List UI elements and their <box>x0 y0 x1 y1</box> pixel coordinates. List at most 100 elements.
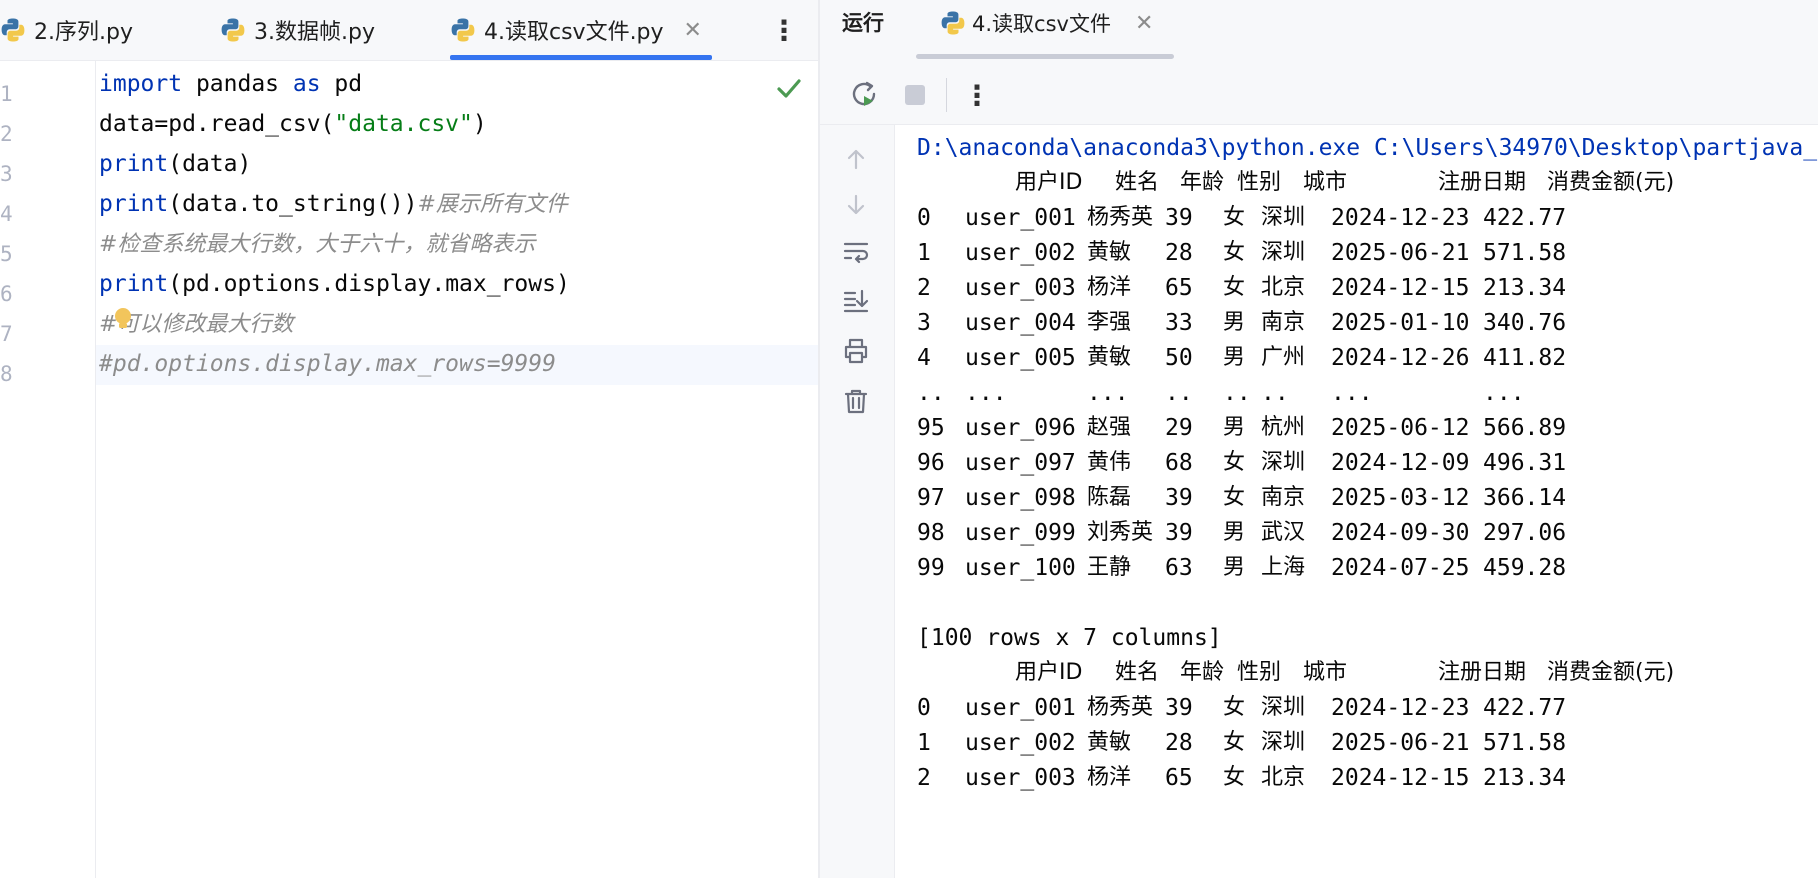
column-header: 年龄 <box>1180 660 1225 685</box>
cell: 武汉 <box>1261 520 1306 545</box>
cell: 566.89 <box>1483 415 1567 441</box>
cell: 97 <box>917 485 945 511</box>
python-icon <box>941 11 965 35</box>
code-line-3[interactable]: print(data) <box>99 144 251 184</box>
print-button[interactable] <box>838 333 874 369</box>
run-panel-title: 运行 <box>842 11 884 35</box>
cell: 96 <box>917 450 945 476</box>
cell: 29 <box>1165 415 1193 441</box>
cell: 0 <box>917 695 931 721</box>
cell: 39 <box>1165 520 1193 546</box>
column-header: 姓名 <box>1115 170 1160 195</box>
rerun-icon <box>852 81 876 106</box>
cell: 北京 <box>1261 275 1306 300</box>
arrow-up-icon <box>847 149 865 170</box>
cell: user_004 <box>965 310 1076 336</box>
cell: 男 <box>1223 520 1246 545</box>
cell: 422.77 <box>1483 205 1567 231</box>
scroll-to-end-button[interactable] <box>838 283 874 319</box>
close-icon[interactable]: ✕ <box>1135 11 1153 36</box>
code-line-8[interactable]: #pd.options.display.max_rows=9999 <box>99 344 556 384</box>
code-line-2[interactable]: data=pd.read_csv("data.csv") <box>99 104 487 144</box>
cell: 杨洋 <box>1087 275 1132 300</box>
rerun-button[interactable] <box>848 78 882 112</box>
cell: 2024-07-25 <box>1331 555 1470 581</box>
stop-button[interactable] <box>898 78 932 112</box>
cell: 南京 <box>1261 485 1306 510</box>
code-line-6[interactable]: print(pd.options.display.max_rows) <box>99 264 570 304</box>
tab-label: 3.数据帧.py <box>254 20 375 45</box>
cell: 297.06 <box>1483 520 1567 546</box>
code-line-1[interactable]: import pandas as pd <box>99 64 362 104</box>
code-token: pandas <box>182 71 293 97</box>
column-header: 注册日期 <box>1438 170 1527 195</box>
arrow-down-icon <box>847 194 865 215</box>
tab-dataframe-py[interactable]: 3.数据帧.py <box>220 0 375 60</box>
cell: 深圳 <box>1261 695 1306 720</box>
run-tab-label: 4.读取csv文件 <box>972 12 1111 36</box>
soft-wrap-icon <box>843 242 869 264</box>
line-number: 3 <box>0 162 13 186</box>
run-tab[interactable]: 4.读取csv文件 ✕ <box>940 0 1153 46</box>
cell: 63 <box>1165 555 1193 581</box>
cell: user_001 <box>965 695 1076 721</box>
cell: 2024-12-23 <box>1331 695 1470 721</box>
line-number: 4 <box>0 202 13 226</box>
cell: user_002 <box>965 730 1076 756</box>
print-icon <box>844 338 868 364</box>
check-icon[interactable] <box>776 75 802 101</box>
cell: 65 <box>1165 765 1193 791</box>
cell: 39 <box>1165 485 1193 511</box>
cell: 99 <box>917 555 945 581</box>
toolbar-divider <box>946 78 947 112</box>
cell: ... <box>1483 380 1525 406</box>
column-header: 性别 <box>1237 660 1282 685</box>
soft-wrap-button[interactable] <box>838 233 874 269</box>
run-header: 运行 4.读取csv文件 ✕ <box>820 0 1818 60</box>
cell: 39 <box>1165 205 1193 231</box>
line-number: 5 <box>0 242 13 266</box>
code-editor[interactable]: 2.序列.py 3.数据帧.py 4.读取csv文件.py ✕ ⋮ 1 2 3 … <box>0 0 818 878</box>
scroll-up-button[interactable] <box>838 141 874 177</box>
editor-tab-bar: 2.序列.py 3.数据帧.py 4.读取csv文件.py ✕ ⋮ <box>0 0 818 61</box>
cell: 2025-06-21 <box>1331 730 1470 756</box>
column-header: 用户ID <box>1015 660 1083 685</box>
cell: 女 <box>1223 240 1246 265</box>
tab-read-csv-py[interactable]: 4.读取csv文件.py ✕ <box>450 0 712 60</box>
cell: 496.31 <box>1483 450 1567 476</box>
cell: 深圳 <box>1261 240 1306 265</box>
keyword-token: print <box>99 151 169 177</box>
string-token: "data.csv" <box>334 111 473 137</box>
more-vertical-icon[interactable]: ⋮ <box>960 78 994 112</box>
cell: 50 <box>1165 345 1193 371</box>
tab-label: 4.读取csv文件.py <box>484 20 664 45</box>
code-line-5[interactable]: #检查系统最大行数，大于六十，就省略表示 <box>99 224 535 264</box>
cell: 2 <box>917 275 931 301</box>
keyword-token: print <box>99 271 169 297</box>
tab-series-py[interactable]: 2.序列.py <box>0 0 133 60</box>
cell: user_099 <box>965 520 1076 546</box>
lightbulb-icon[interactable] <box>113 307 133 331</box>
cell: 213.34 <box>1483 275 1567 301</box>
more-vertical-icon[interactable]: ⋮ <box>770 8 798 52</box>
cell: 上海 <box>1261 555 1306 580</box>
cell: 2024-09-30 <box>1331 520 1470 546</box>
close-icon[interactable]: ✕ <box>684 18 702 43</box>
code-token: (pd.options.display.max_rows) <box>168 271 570 297</box>
cell: user_098 <box>965 485 1076 511</box>
cell: 1 <box>917 240 931 266</box>
cell: 571.58 <box>1483 730 1567 756</box>
console-output[interactable]: D:\anaconda\anaconda3\python.exe C:\User… <box>895 125 1818 878</box>
scroll-down-button[interactable] <box>838 187 874 223</box>
cell: 北京 <box>1261 765 1306 790</box>
cell: 李强 <box>1087 310 1132 335</box>
clear-console-button[interactable] <box>838 383 874 419</box>
cell: user_096 <box>965 415 1076 441</box>
stop-icon <box>905 85 925 105</box>
cell: 68 <box>1165 450 1193 476</box>
trash-icon <box>844 389 868 414</box>
keyword-token: print <box>99 191 169 217</box>
code-line-4[interactable]: print(data.to_string())#展示所有文件 <box>99 184 568 224</box>
line-number: 6 <box>0 282 13 306</box>
column-header: 用户ID <box>1015 170 1083 195</box>
